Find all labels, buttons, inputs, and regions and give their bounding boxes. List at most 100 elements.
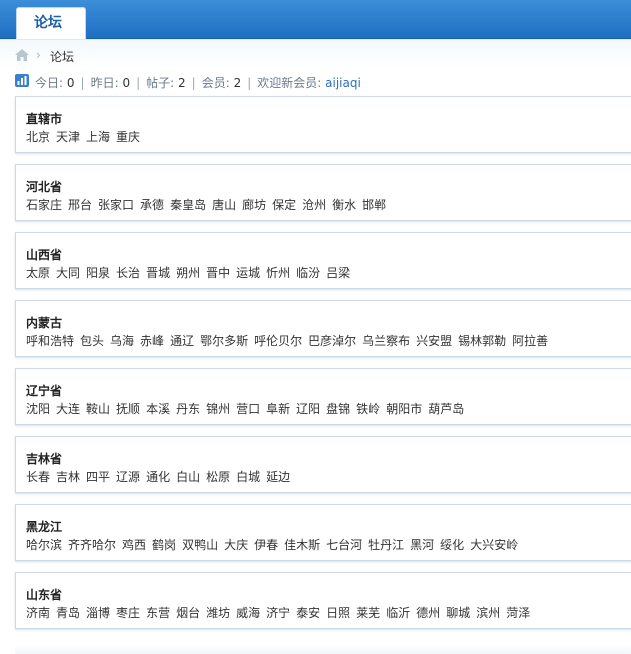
- city-link[interactable]: 大连: [56, 402, 80, 416]
- province-title[interactable]: 山东省: [26, 586, 62, 603]
- city-link[interactable]: 太原: [26, 266, 50, 280]
- city-link[interactable]: 青岛: [56, 606, 80, 620]
- city-link[interactable]: 聊城: [446, 606, 470, 620]
- city-link[interactable]: 保定: [272, 198, 296, 212]
- city-link[interactable]: 丹东: [176, 402, 200, 416]
- city-link[interactable]: 铁岭: [356, 402, 380, 416]
- city-link[interactable]: 四平: [86, 470, 110, 484]
- city-link[interactable]: 菏泽: [506, 606, 530, 620]
- city-link[interactable]: 邢台: [68, 198, 92, 212]
- city-link[interactable]: 烟台: [176, 606, 200, 620]
- city-link[interactable]: 廊坊: [242, 198, 266, 212]
- city-link[interactable]: 潍坊: [206, 606, 230, 620]
- city-link[interactable]: 绥化: [440, 538, 464, 552]
- province-title[interactable]: 辽宁省: [26, 382, 62, 399]
- city-link[interactable]: 济南: [26, 606, 50, 620]
- province-title[interactable]: 黑龙江: [26, 518, 62, 535]
- city-link[interactable]: 临汾: [296, 266, 320, 280]
- city-link[interactable]: 长春: [26, 470, 50, 484]
- city-link[interactable]: 齐齐哈尔: [68, 538, 116, 552]
- city-link[interactable]: 赤峰: [140, 334, 164, 348]
- city-link[interactable]: 阳泉: [86, 266, 110, 280]
- city-link[interactable]: 济宁: [266, 606, 290, 620]
- city-link[interactable]: 伊春: [254, 538, 278, 552]
- city-link[interactable]: 通化: [146, 470, 170, 484]
- city-link[interactable]: 鞍山: [86, 402, 110, 416]
- city-link[interactable]: 黑河: [410, 538, 434, 552]
- city-link[interactable]: 锦州: [206, 402, 230, 416]
- city-link[interactable]: 乌兰察布: [362, 334, 410, 348]
- city-link[interactable]: 大兴安岭: [470, 538, 518, 552]
- city-link[interactable]: 滨州: [476, 606, 500, 620]
- city-link[interactable]: 辽阳: [296, 402, 320, 416]
- province-title[interactable]: 山西省: [26, 246, 62, 263]
- city-link[interactable]: 通辽: [170, 334, 194, 348]
- city-link[interactable]: 抚顺: [116, 402, 140, 416]
- city-link[interactable]: 晋中: [206, 266, 230, 280]
- city-link[interactable]: 张家口: [98, 198, 134, 212]
- city-link[interactable]: 大庆: [224, 538, 248, 552]
- city-link[interactable]: 七台河: [326, 538, 362, 552]
- newest-member-link[interactable]: aijiaqi: [325, 76, 361, 90]
- province-title[interactable]: 内蒙古: [26, 314, 62, 331]
- city-link[interactable]: 哈尔滨: [26, 538, 62, 552]
- city-link[interactable]: 辽源: [116, 470, 140, 484]
- city-link[interactable]: 唐山: [212, 198, 236, 212]
- city-link[interactable]: 运城: [236, 266, 260, 280]
- city-link[interactable]: 北京: [26, 130, 50, 144]
- city-link[interactable]: 天津: [56, 130, 80, 144]
- province-title[interactable]: 河北省: [26, 178, 62, 195]
- city-link[interactable]: 锡林郭勒: [458, 334, 506, 348]
- city-link[interactable]: 上海: [86, 130, 110, 144]
- city-link[interactable]: 邯郸: [362, 198, 386, 212]
- city-link[interactable]: 呼和浩特: [26, 334, 74, 348]
- city-link[interactable]: 鹤岗: [152, 538, 176, 552]
- city-link[interactable]: 营口: [236, 402, 260, 416]
- city-link[interactable]: 白城: [236, 470, 260, 484]
- city-link[interactable]: 莱芜: [356, 606, 380, 620]
- city-link[interactable]: 乌海: [110, 334, 134, 348]
- city-link[interactable]: 佳木斯: [284, 538, 320, 552]
- city-link[interactable]: 鸡西: [122, 538, 146, 552]
- city-link[interactable]: 德州: [416, 606, 440, 620]
- city-link[interactable]: 晋城: [146, 266, 170, 280]
- city-link[interactable]: 长治: [116, 266, 140, 280]
- city-link[interactable]: 鄂尔多斯: [200, 334, 248, 348]
- city-link[interactable]: 东营: [146, 606, 170, 620]
- city-link[interactable]: 阿拉善: [512, 334, 548, 348]
- city-link[interactable]: 日照: [326, 606, 350, 620]
- city-link[interactable]: 朔州: [176, 266, 200, 280]
- province-title[interactable]: 吉林省: [26, 450, 62, 467]
- tab-forum[interactable]: 论坛: [16, 7, 86, 39]
- city-link[interactable]: 吕梁: [326, 266, 350, 280]
- city-link[interactable]: 石家庄: [26, 198, 62, 212]
- city-link[interactable]: 兴安盟: [416, 334, 452, 348]
- city-link[interactable]: 阜新: [266, 402, 290, 416]
- city-link[interactable]: 沈阳: [26, 402, 50, 416]
- city-link[interactable]: 本溪: [146, 402, 170, 416]
- city-link[interactable]: 威海: [236, 606, 260, 620]
- city-link[interactable]: 吉林: [56, 470, 80, 484]
- city-link[interactable]: 秦皇岛: [170, 198, 206, 212]
- city-link[interactable]: 临沂: [386, 606, 410, 620]
- city-link[interactable]: 双鸭山: [182, 538, 218, 552]
- city-link[interactable]: 白山: [176, 470, 200, 484]
- city-link[interactable]: 葫芦岛: [428, 402, 464, 416]
- city-link[interactable]: 巴彦淖尔: [308, 334, 356, 348]
- city-link[interactable]: 承德: [140, 198, 164, 212]
- city-link[interactable]: 大同: [56, 266, 80, 280]
- city-link[interactable]: 重庆: [116, 130, 140, 144]
- city-link[interactable]: 朝阳市: [386, 402, 422, 416]
- city-link[interactable]: 衡水: [332, 198, 356, 212]
- breadcrumb-forum[interactable]: 论坛: [50, 48, 74, 65]
- city-link[interactable]: 枣庄: [116, 606, 140, 620]
- city-link[interactable]: 盘锦: [326, 402, 350, 416]
- city-link[interactable]: 忻州: [266, 266, 290, 280]
- city-link[interactable]: 呼伦贝尔: [254, 334, 302, 348]
- city-link[interactable]: 淄博: [86, 606, 110, 620]
- province-title[interactable]: 直辖市: [26, 110, 62, 127]
- home-icon[interactable]: [15, 49, 29, 61]
- city-link[interactable]: 泰安: [296, 606, 320, 620]
- city-link[interactable]: 延边: [266, 470, 290, 484]
- city-link[interactable]: 松原: [206, 470, 230, 484]
